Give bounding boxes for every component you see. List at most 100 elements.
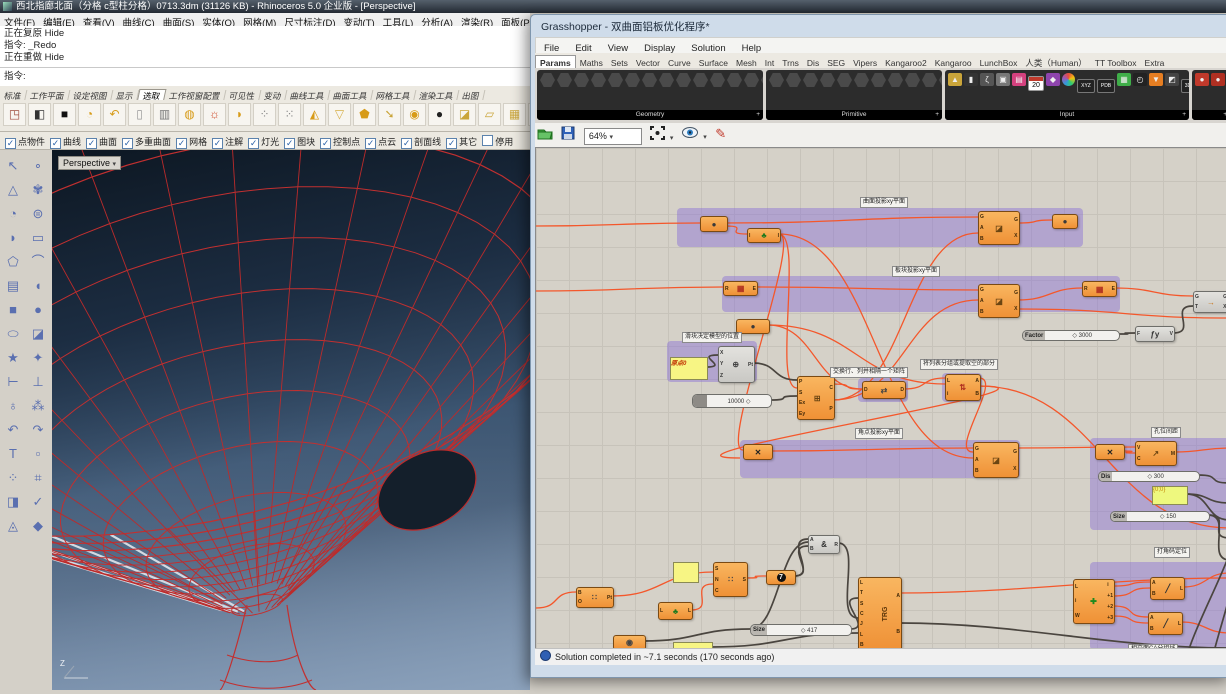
gh-component-populate-2d[interactable]: SNC∷S: [713, 562, 748, 597]
gh-component-icon[interactable]: [744, 73, 759, 87]
gh-component-graft[interactable]: L♣L: [658, 602, 693, 620]
gh-component-icon[interactable]: ◩: [1165, 73, 1179, 86]
rhino-side-tool-icon[interactable]: ●: [27, 299, 49, 321]
gh-component-flatten-top[interactable]: ●: [700, 216, 728, 232]
gh-component-icon[interactable]: [786, 73, 801, 87]
gh-component-icon[interactable]: [625, 73, 640, 87]
gh-component-rect-grid[interactable]: PSExEy⊞CP: [797, 376, 835, 420]
gh-component-simplify-top[interactable]: I♣I: [747, 228, 781, 243]
gh-tab-Vipers[interactable]: Vipers: [849, 56, 881, 68]
rhino-side-tool-icon[interactable]: ⌒: [27, 251, 49, 273]
rhino-command-area[interactable]: 正在复原 Hide指令: _Redo正在重做 Hide 指令:: [0, 26, 530, 86]
rhino-side-tool-icon[interactable]: ⬠: [2, 251, 24, 273]
rhino-side-tool-icon[interactable]: ✦: [27, 347, 49, 369]
filter-checkbox-注解[interactable]: ✓: [212, 138, 223, 149]
rhino-side-tool-icon[interactable]: ✓: [27, 491, 49, 513]
gh-component-icon[interactable]: [608, 73, 623, 87]
gh-component-line-2[interactable]: AB╱L: [1148, 612, 1183, 635]
rhino-toolbar-icon[interactable]: ◧: [28, 103, 51, 126]
gh-panel-path-panel[interactable]: {0;0}: [1152, 486, 1188, 505]
gh-component-param-out-1[interactable]: ●: [1052, 214, 1078, 229]
gh-component-icon[interactable]: ▼: [1149, 73, 1163, 86]
canvas-zoom-select[interactable]: 64% ▾: [584, 128, 642, 145]
gh-component-triangulate[interactable]: LTSCJLBABTRG: [858, 577, 902, 649]
rhino-toolbar-icon[interactable]: ◉: [403, 103, 426, 126]
filter-checkbox-剖面线[interactable]: ✓: [401, 138, 412, 149]
rhino-side-tool-icon[interactable]: ◬: [2, 515, 24, 537]
gh-component-icon[interactable]: [837, 73, 852, 87]
rhino-side-tool-icon[interactable]: T: [2, 443, 24, 465]
gh-component-icon[interactable]: [871, 73, 886, 87]
gh-component-icon[interactable]: 20: [1028, 76, 1044, 91]
rhino-side-tool-icon[interactable]: ↷: [27, 419, 49, 441]
rhino-side-tool-icon[interactable]: ◔: [2, 203, 24, 225]
gh-component-icon[interactable]: ▲: [948, 73, 962, 86]
gh-tab-Vector[interactable]: Vector: [632, 56, 664, 68]
rhino-side-tool-icon[interactable]: ⁘: [2, 467, 24, 489]
gh-component-icon[interactable]: ◴: [1133, 73, 1147, 86]
filter-checkbox-图块[interactable]: ✓: [284, 138, 295, 149]
rhino-toolbar-icon[interactable]: ▥: [153, 103, 176, 126]
gh-component-icon[interactable]: ◆: [1046, 73, 1060, 86]
filter-checkbox-灯光[interactable]: ✓: [248, 138, 259, 149]
gh-component-icon[interactable]: [922, 73, 937, 87]
gh-tab-SEG[interactable]: SEG: [823, 56, 849, 68]
rhino-side-tool-icon[interactable]: ↖: [2, 155, 24, 177]
sketch-pencil-icon[interactable]: ✎: [715, 126, 726, 142]
gh-slider-size-150[interactable]: Size◇ 150: [1110, 511, 1210, 522]
rhino-side-tool-icon[interactable]: △: [2, 179, 24, 201]
save-file-icon[interactable]: [561, 126, 575, 145]
preview-eye-icon[interactable]: ▾: [682, 126, 707, 144]
gh-panel-panel-2[interactable]: [673, 562, 699, 583]
rhino-perspective-viewport[interactable]: Perspective ▾ Z: [52, 150, 530, 690]
rhino-toolbar-icon[interactable]: ◭: [303, 103, 326, 126]
grasshopper-canvas[interactable]: 曲面投影xy平面板块投影xy平面滑块决定模型的位置交换行、列并相隔一个矩阵将列表…: [535, 147, 1226, 649]
gh-component-icon[interactable]: PDB: [1097, 79, 1115, 93]
gh-component-icon[interactable]: ▮: [964, 73, 978, 86]
rhino-side-tool-icon[interactable]: ♁: [2, 395, 24, 417]
rhino-side-tool-icon[interactable]: ↶: [2, 419, 24, 441]
filter-checkbox-其它[interactable]: ✓: [446, 138, 457, 149]
gh-component-icon[interactable]: [642, 73, 657, 87]
gh-component-expression[interactable]: FƒyV: [1135, 326, 1175, 342]
gh-component-relative-item[interactable]: LiW✚i+1+2+3: [1073, 579, 1115, 624]
rhino-side-tool-icon[interactable]: ▫: [27, 443, 49, 465]
gh-component-amplitude[interactable]: VC↗M: [1135, 441, 1177, 466]
gh-component-icon[interactable]: [727, 73, 742, 87]
gh-slider-factor[interactable]: Factor◇ 3000: [1022, 330, 1120, 341]
gh-tab-Kangaroo[interactable]: Kangaroo: [931, 56, 976, 68]
rhino-side-tool-icon[interactable]: ◆: [27, 515, 49, 537]
rhino-side-tool-icon[interactable]: ⊢: [2, 371, 24, 393]
gh-component-icon[interactable]: [1062, 73, 1075, 86]
gh-slider-dis[interactable]: Dis◇ 300: [1098, 471, 1200, 482]
rhino-side-tool-icon[interactable]: ◪: [27, 323, 49, 345]
rhino-toolbar-icon[interactable]: ●: [428, 103, 451, 126]
gh-component-line-1[interactable]: AB╱L: [1150, 577, 1185, 600]
chevron-down-icon[interactable]: ▾: [703, 134, 707, 141]
rhino-toolbar-icon[interactable]: ▦: [503, 103, 526, 126]
rhino-toolbar-icon[interactable]: ⁘: [253, 103, 276, 126]
gh-component-icon[interactable]: ●: [1211, 73, 1225, 86]
rhino-toolbar-icon[interactable]: ◪: [453, 103, 476, 126]
gh-tab-LunchBox[interactable]: LunchBox: [976, 56, 1022, 68]
gh-component-param-hole[interactable]: ✕: [1095, 444, 1125, 460]
gh-component-icon[interactable]: [557, 73, 572, 87]
grasshopper-title-bar[interactable]: Grasshopper - 双曲面铝板优化程序*: [535, 18, 1226, 37]
rhino-side-tool-icon[interactable]: ∘: [27, 155, 49, 177]
gh-tab-Kangaroo2[interactable]: Kangaroo2: [881, 56, 931, 68]
gh-tab-人类（Human）[interactable]: 人类（Human）: [1021, 56, 1090, 68]
gh-tab-Curve[interactable]: Curve: [664, 56, 695, 68]
gh-component-move[interactable]: GT→GX: [1193, 291, 1226, 313]
zoom-extents-icon[interactable]: ▾: [650, 126, 673, 145]
rhino-toolbar-icon[interactable]: ▽: [328, 103, 351, 126]
gh-component-icon[interactable]: ▤: [1012, 73, 1026, 86]
gh-tab-Trns[interactable]: Trns: [778, 56, 803, 68]
gh-component-icon[interactable]: ▣: [996, 73, 1010, 86]
rhino-toolbar-icon[interactable]: ■: [53, 103, 76, 126]
gh-component-icon[interactable]: ζ: [980, 73, 994, 86]
gh-panel-panel-4[interactable]: [673, 642, 713, 649]
gh-component-param-seven[interactable]: 7: [766, 570, 796, 585]
gh-component-gate-and[interactable]: AB&R: [808, 535, 840, 554]
chevron-down-icon[interactable]: ▾: [670, 135, 674, 142]
gh-component-region-1[interactable]: R▦E: [723, 281, 758, 296]
